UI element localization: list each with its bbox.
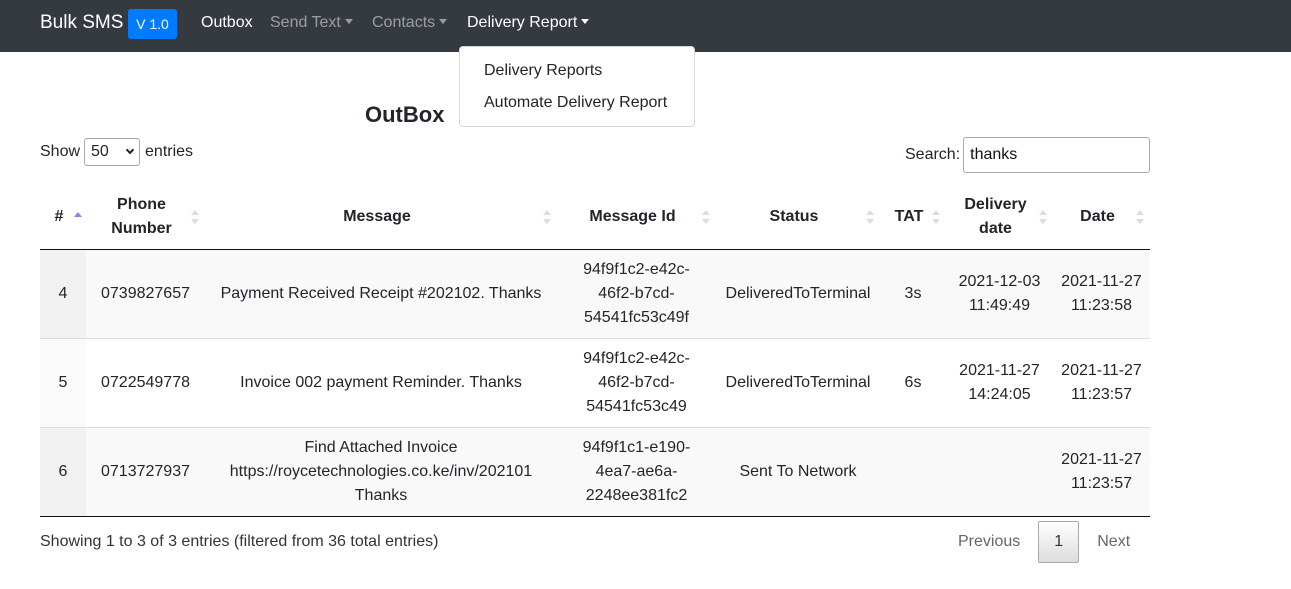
column-header-label: TAT: [894, 207, 924, 225]
page-length-control: Show 50 entries: [40, 138, 193, 166]
cell-number: 6: [40, 426, 86, 517]
column-header-label: Date: [1080, 207, 1115, 225]
cell-number: 4: [40, 249, 86, 338]
cell-delivery-date: 2021-11-27 14:24:05: [946, 337, 1053, 427]
nav-outbox[interactable]: Outbox: [201, 13, 253, 33]
page-length-value: 50: [91, 143, 109, 160]
cell-tat: 3s: [880, 249, 946, 338]
nav-contacts[interactable]: Contacts: [372, 13, 448, 33]
sort-icon: [866, 209, 874, 224]
cell-phone: 0722549778: [86, 337, 205, 427]
delivery-report-dropdown: Delivery Reports Automate Delivery Repor…: [459, 46, 695, 127]
cell-phone: 0713727937: [86, 426, 205, 517]
search-input[interactable]: [963, 137, 1151, 173]
cell-delivery-date: 2021-12-03 11:49:49: [946, 249, 1053, 338]
cell-message: Payment Received Receipt #202102. Thanks: [205, 249, 557, 338]
nav-outbox-label: Outbox: [201, 14, 253, 31]
page-button-current[interactable]: 1: [1038, 521, 1080, 563]
nav-delivery-report[interactable]: Delivery Report: [467, 13, 590, 33]
table-info: Showing 1 to 3 of 3 entries (filtered fr…: [40, 533, 439, 550]
column-header-status[interactable]: Status: [716, 185, 880, 250]
cell-tat: [880, 426, 946, 517]
table-row[interactable]: 5 0722549778 Invoice 002 payment Reminde…: [40, 337, 1150, 427]
table-row[interactable]: 4 0739827657 Payment Received Receipt #2…: [40, 249, 1150, 338]
show-label: Show: [40, 143, 81, 160]
column-header-phone-number[interactable]: Phone Number: [86, 185, 205, 250]
cell-message-id: 94f9f1c1-e190-4ea7-ae6a-2248ee381fc2: [557, 426, 716, 517]
cell-delivery-date: [946, 426, 1053, 517]
column-header-date[interactable]: Date: [1053, 185, 1150, 250]
pagination: Previous 1 Next: [944, 521, 1144, 563]
nav-send-text-label: Send Text: [270, 14, 341, 31]
column-header-label: Delivery date: [964, 195, 1027, 237]
cell-message: Find Attached Invoice https://roycetechn…: [205, 426, 557, 517]
sort-icon: [702, 209, 710, 224]
sort-icon: [1039, 209, 1047, 224]
navbar: Bulk SMS V 1.0 Outbox Send Text Contacts…: [0, 0, 1291, 52]
chevron-down-icon: [125, 145, 135, 155]
column-header-label: Message Id: [589, 207, 676, 225]
cell-date: 2021-11-27 11:23:58: [1053, 249, 1150, 338]
dropdown-item-automate-delivery-report[interactable]: Automate Delivery Report: [460, 87, 694, 119]
caret-down-icon: [581, 19, 590, 24]
previous-page-button[interactable]: Previous: [944, 521, 1034, 563]
version-badge: V 1.0: [128, 9, 177, 39]
column-header-label: #: [54, 207, 64, 225]
dropdown-item-delivery-reports[interactable]: Delivery Reports: [460, 55, 694, 87]
sort-icon: [1136, 209, 1144, 224]
column-header-delivery-date[interactable]: Delivery date: [946, 185, 1053, 250]
cell-message-id: 94f9f1c2-e42c-46f2-b7cd-54541fc53c49: [557, 337, 716, 427]
cell-message: Invoice 002 payment Reminder. Thanks: [205, 337, 557, 427]
column-header-tat[interactable]: TAT: [880, 185, 946, 250]
column-header-label: Phone Number: [111, 195, 172, 237]
cell-tat: 6s: [880, 337, 946, 427]
column-header-label: Status: [769, 207, 819, 225]
cell-status: Sent To Network: [716, 426, 880, 517]
sort-icon: [932, 209, 940, 224]
cell-message-id: 94f9f1c2-e42c-46f2-b7cd-54541fc53c49f: [557, 249, 716, 338]
nav-contacts-label: Contacts: [372, 14, 436, 31]
column-header-label: Message: [343, 207, 411, 225]
sort-icon: [191, 209, 199, 224]
column-header-message[interactable]: Message: [205, 185, 557, 250]
caret-down-icon: [439, 19, 448, 24]
cell-status: DeliveredToTerminal: [716, 249, 880, 338]
entries-label: entries: [145, 143, 194, 160]
cell-date: 2021-11-27 11:23:57: [1053, 426, 1150, 517]
cell-number: 5: [40, 337, 86, 427]
brand-title[interactable]: Bulk SMS: [40, 11, 123, 35]
column-header-number[interactable]: #: [40, 185, 86, 250]
nav-delivery-report-label: Delivery Report: [467, 14, 578, 31]
cell-date: 2021-11-27 11:23:57: [1053, 337, 1150, 427]
table-row[interactable]: 6 0713727937 Find Attached Invoice https…: [40, 426, 1150, 517]
nav-send-text[interactable]: Send Text: [270, 13, 353, 33]
page-title: OutBox: [365, 102, 445, 127]
search-label: Search:: [905, 146, 961, 163]
search-control: Search:: [905, 137, 1151, 173]
next-page-button[interactable]: Next: [1083, 521, 1144, 563]
outbox-table: # Phone Number Message Message Id Status…: [40, 185, 1150, 517]
cell-phone: 0739827657: [86, 249, 205, 338]
cell-status: DeliveredToTerminal: [716, 337, 880, 427]
caret-down-icon: [344, 19, 353, 24]
column-header-message-id[interactable]: Message Id: [557, 185, 716, 250]
sort-icon: [543, 209, 551, 224]
sort-ascending-icon: [74, 212, 82, 226]
table-header-row: # Phone Number Message Message Id Status…: [40, 185, 1150, 250]
page-length-select[interactable]: 50: [84, 138, 141, 166]
